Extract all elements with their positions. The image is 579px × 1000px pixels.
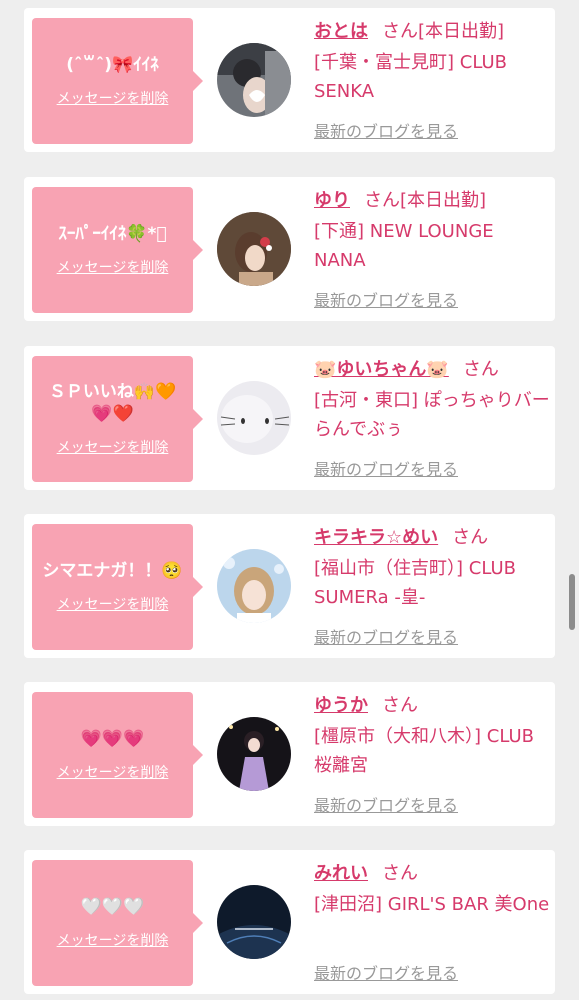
cast-name-link[interactable]: おとは [314, 21, 368, 42]
message-text: ｽｰﾊﾟｰｲｲﾈ🍀*ﾟ [58, 224, 167, 244]
delete-message-link[interactable]: メッセージを削除 [57, 257, 169, 277]
message-bubble: 🤍🤍🤍 メッセージを削除 [32, 860, 203, 986]
latest-blog-link[interactable]: 最新のブログを見る [314, 118, 458, 142]
avatar[interactable] [217, 885, 291, 959]
message-text: ＳＰいいね🙌🧡💗❤️ [48, 382, 177, 424]
cast-name-link[interactable]: 🐷ゆいちゃん🐷 [314, 359, 449, 380]
like-card: (ˆ꒳ˆ)🎀ｲｲﾈ メッセージを削除 おとは さん[本日出勤] [千葉・富士見町]… [24, 8, 555, 152]
avatar[interactable] [217, 212, 291, 286]
delete-message-link[interactable]: メッセージを削除 [57, 762, 169, 782]
latest-blog-link[interactable]: 最新のブログを見る [314, 792, 458, 816]
latest-blog-link[interactable]: 最新のブログを見る [314, 624, 458, 648]
latest-blog-link[interactable]: 最新のブログを見る [314, 960, 458, 984]
shop-name: [古河・東口] ぽっちゃりバー らんでぶぅ [314, 390, 550, 440]
avatar[interactable] [217, 381, 291, 455]
scrollbar-thumb[interactable] [569, 574, 575, 630]
like-card: ＳＰいいね🙌🧡💗❤️ メッセージを削除 🐷ゆいちゃん🐷 さん [古河・東口] ぽっ… [24, 346, 555, 490]
cast-info: おとは さん[本日出勤] [千葉・富士見町] CLUB SENKA [314, 18, 550, 106]
cast-info: 🐷ゆいちゃん🐷 さん [古河・東口] ぽっちゃりバー らんでぶぅ [314, 356, 550, 444]
delete-message-link[interactable]: メッセージを削除 [57, 930, 169, 950]
shop-name: [福山市（住吉町）] CLUB SUMERa -皇- [314, 558, 516, 608]
message-bubble: ｽｰﾊﾟｰｲｲﾈ🍀*ﾟ メッセージを削除 [32, 187, 203, 313]
message-bubble: 💗💗💗 メッセージを削除 [32, 692, 203, 818]
delete-message-link[interactable]: メッセージを削除 [57, 437, 169, 457]
honorific: さん [382, 863, 418, 884]
message-text: シマエナガ！！🥺 [42, 561, 183, 581]
avatar[interactable] [217, 717, 291, 791]
latest-blog-link[interactable]: 最新のブログを見る [314, 456, 458, 480]
cast-info: ゆり さん[本日出勤] [下通] NEW LOUNGE NANA [314, 187, 550, 275]
message-bubble: ＳＰいいね🙌🧡💗❤️ メッセージを削除 [32, 356, 203, 482]
like-card: シマエナガ！！🥺 メッセージを削除 キラキラ☆めい さん [福山市（住吉町）] C… [24, 514, 555, 658]
honorific: さん [364, 190, 400, 211]
message-bubble: (ˆ꒳ˆ)🎀ｲｲﾈ メッセージを削除 [32, 18, 203, 144]
cast-name-link[interactable]: キラキラ☆めい [314, 527, 438, 548]
message-bubble: シマエナガ！！🥺 メッセージを削除 [32, 524, 203, 650]
cast-name-link[interactable]: みれい [314, 863, 368, 884]
avatar[interactable] [217, 549, 291, 623]
honorific: さん [382, 695, 418, 716]
shop-name: [千葉・富士見町] CLUB SENKA [314, 52, 507, 102]
message-text: (ˆ꒳ˆ)🎀ｲｲﾈ [66, 55, 159, 75]
like-card: ｽｰﾊﾟｰｲｲﾈ🍀*ﾟ メッセージを削除 ゆり さん[本日出勤] [下通] NEW… [24, 177, 555, 321]
shop-name: [橿原市（大和八木）] CLUB 桜離宮 [314, 726, 534, 776]
message-text: 💗💗💗 [80, 729, 145, 749]
avatar[interactable] [217, 43, 291, 117]
status-badge: [本日出勤] [418, 21, 505, 42]
cast-name-link[interactable]: ゆうか [314, 695, 368, 716]
message-text: 🤍🤍🤍 [80, 897, 145, 917]
honorific: さん [452, 527, 489, 548]
cast-info: キラキラ☆めい さん [福山市（住吉町）] CLUB SUMERa -皇- [314, 524, 550, 612]
cast-name-link[interactable]: ゆり [314, 190, 350, 211]
honorific: さん [382, 21, 418, 42]
like-card: 💗💗💗 メッセージを削除 ゆうか さん [橿原市（大和八木）] CLUB 桜離宮 … [24, 682, 555, 826]
shop-name: [下通] NEW LOUNGE NANA [314, 221, 494, 271]
like-card: 🤍🤍🤍 メッセージを削除 みれい さん [津田沼] GIRL'S BAR 美One… [24, 850, 555, 994]
honorific: さん [462, 359, 499, 380]
delete-message-link[interactable]: メッセージを削除 [57, 88, 169, 108]
status-badge: [本日出勤] [400, 190, 487, 211]
cast-info: ゆうか さん [橿原市（大和八木）] CLUB 桜離宮 [314, 692, 550, 780]
delete-message-link[interactable]: メッセージを削除 [57, 594, 169, 614]
cast-info: みれい さん [津田沼] GIRL'S BAR 美One [314, 860, 550, 948]
shop-name: [津田沼] GIRL'S BAR 美One [314, 894, 550, 915]
latest-blog-link[interactable]: 最新のブログを見る [314, 287, 458, 311]
